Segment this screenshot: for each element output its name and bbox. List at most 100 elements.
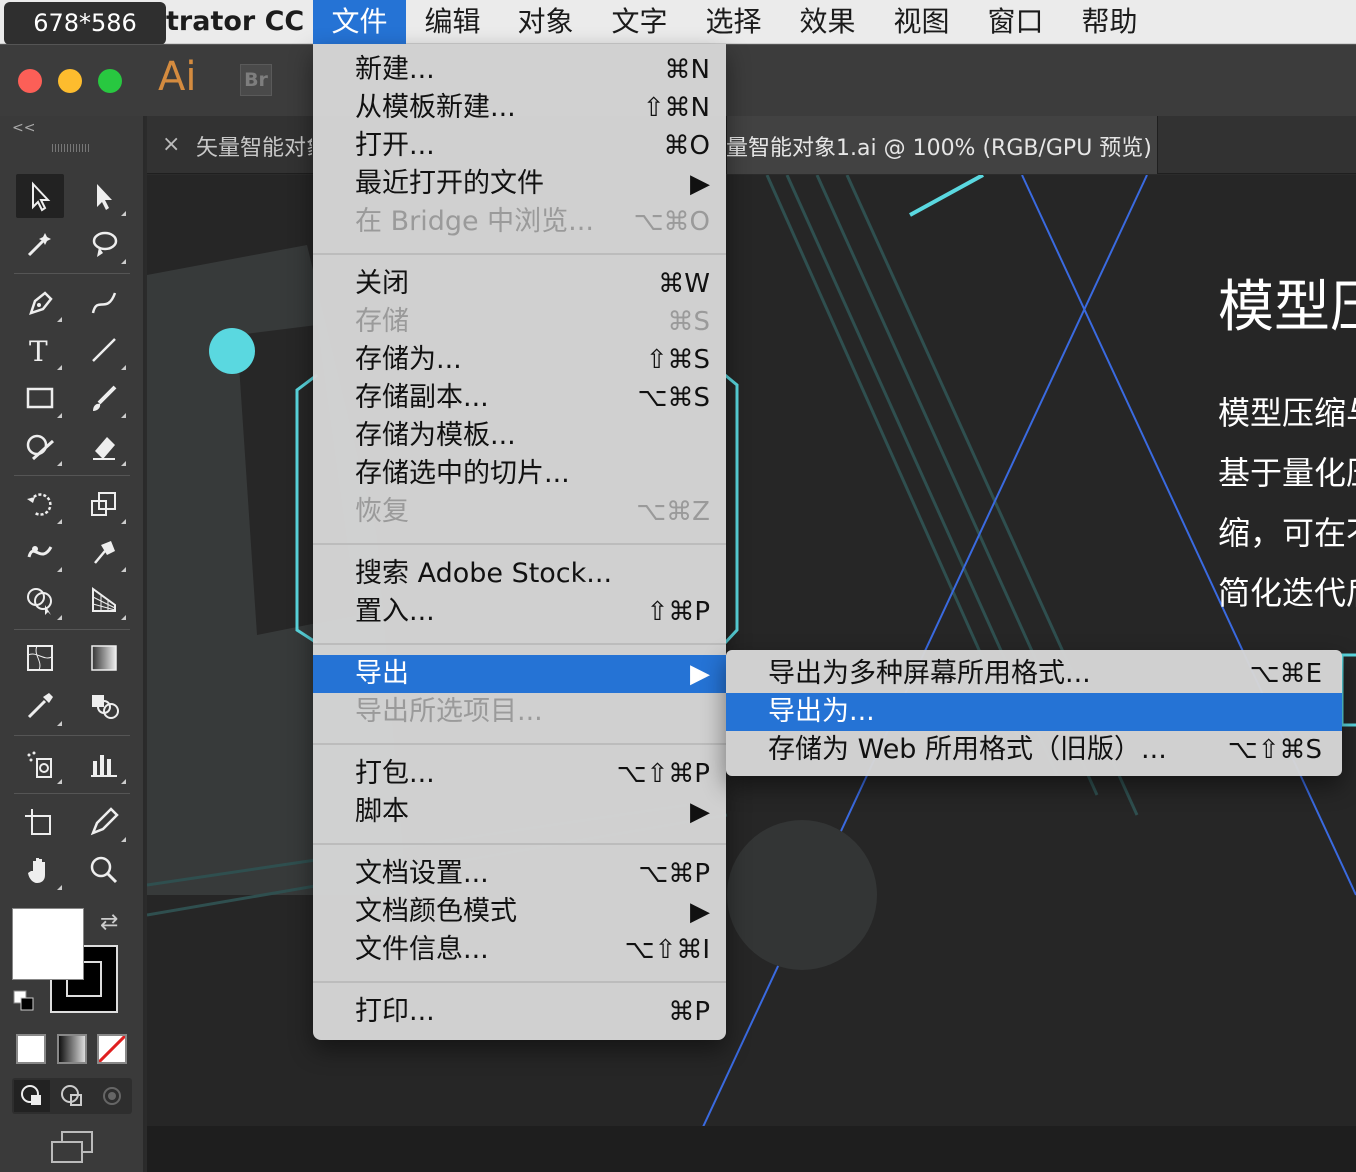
menu-window[interactable]: 窗口: [969, 0, 1062, 44]
eyedropper-icon[interactable]: [16, 684, 64, 728]
paintbrush-icon[interactable]: [80, 376, 128, 420]
menu-item-document-color-mode[interactable]: 文档颜色模式 ▶: [313, 893, 726, 931]
menu-select[interactable]: 选择: [687, 0, 780, 44]
menu-item-search-adobe-stock[interactable]: 搜索 Adobe Stock...: [313, 555, 726, 593]
menu-item-save-copy[interactable]: 存储副本... ⌥⌘S: [313, 379, 726, 417]
menu-separator: [313, 253, 726, 255]
menu-item-save: 存储 ⌘S: [355, 306, 710, 337]
pen-tool-icon[interactable]: [16, 280, 64, 324]
toolbar-separator: [14, 793, 130, 794]
submenu-arrow-icon: ▶: [690, 897, 710, 927]
menu-separator: [313, 643, 726, 645]
menu-item-save-as[interactable]: 存储为... ⇧⌘S: [313, 341, 726, 379]
default-colors-icon[interactable]: [13, 990, 35, 1012]
collapse-panel-button[interactable]: <<: [12, 120, 35, 136]
menu-item-open[interactable]: 打开... ⌘O: [313, 127, 726, 165]
submenu-item-save-for-web[interactable]: 存储为 Web 所用格式（旧版）... ⌥⇧⌘S: [726, 731, 1342, 769]
menu-item-export-selection: 导出所选项目...: [355, 696, 543, 727]
dimension-badge: 678*586: [4, 2, 166, 45]
puppet-warp-icon[interactable]: [80, 530, 128, 574]
menu-item-scripts[interactable]: 脚本 ▶: [313, 793, 726, 831]
shaper-tool-icon[interactable]: [16, 424, 64, 468]
menu-item-open-recent[interactable]: 最近打开的文件 ▶: [313, 165, 726, 203]
zoom-window-button[interactable]: [98, 69, 122, 93]
line-tool-icon[interactable]: [80, 328, 128, 372]
minimize-window-button[interactable]: [58, 69, 82, 93]
menu-item-file-info[interactable]: 文件信息... ⌥⇧⌘I: [313, 931, 726, 969]
close-tab-icon[interactable]: ×: [162, 132, 180, 157]
menu-help[interactable]: 帮助: [1063, 0, 1156, 44]
artboard-heading: 模型压: [1218, 275, 1356, 340]
draw-normal-icon[interactable]: [14, 1080, 50, 1112]
artboard-tool-icon[interactable]: [16, 800, 64, 844]
column-graph-icon[interactable]: [80, 742, 128, 786]
artboard-text-line: 模型压缩与: [1218, 394, 1356, 432]
eraser-icon[interactable]: [80, 424, 128, 468]
toolbar-separator: [14, 629, 130, 630]
slice-tool-icon[interactable]: [80, 800, 128, 844]
curvature-tool-icon[interactable]: [80, 280, 128, 324]
toolbar-separator: [14, 273, 130, 274]
menu-item-document-setup[interactable]: 文档设置... ⌥⌘P: [313, 855, 726, 893]
gradient-tool-icon[interactable]: [80, 636, 128, 680]
svg-text:T: T: [29, 335, 48, 367]
submenu-item-export-for-screens[interactable]: 导出为多种屏幕所用格式... ⌥⌘E: [726, 655, 1342, 693]
menu-separator: [313, 743, 726, 745]
bridge-button[interactable]: Br: [240, 64, 272, 96]
menu-view[interactable]: 视图: [875, 0, 968, 44]
menu-type[interactable]: 文字: [593, 0, 686, 44]
menu-item-save-as-template[interactable]: 存储为模板...: [313, 417, 726, 455]
selection-tool-icon[interactable]: [16, 174, 64, 218]
menu-edit[interactable]: 编辑: [406, 0, 499, 44]
menu-item-save-selected-slices[interactable]: 存储选中的切片...: [313, 455, 726, 493]
menu-item-place[interactable]: 置入... ⇧⌘P: [313, 593, 726, 631]
magic-wand-icon[interactable]: [16, 222, 64, 266]
app-menu[interactable]: trator CC: [166, 0, 304, 44]
warp-tool-icon[interactable]: [16, 530, 64, 574]
submenu-arrow-icon: ▶: [690, 169, 710, 199]
hand-tool-icon[interactable]: [16, 848, 64, 892]
zoom-tool-icon[interactable]: [80, 848, 128, 892]
menu-object[interactable]: 对象: [499, 0, 592, 44]
perspective-grid-icon[interactable]: [80, 578, 128, 622]
close-window-button[interactable]: [18, 69, 42, 93]
rotate-tool-icon[interactable]: [16, 482, 64, 526]
menu-item-print[interactable]: 打印... ⌘P: [313, 993, 726, 1031]
menu-item-new[interactable]: 新建... ⌘N: [313, 51, 726, 89]
active-tab-label: 量智能对象1.ai @ 100% (RGB/GPU 预览): [726, 136, 1152, 161]
menu-item-new-from-template[interactable]: 从模板新建... ⇧⌘N: [313, 89, 726, 127]
menu-item-export[interactable]: 导出 ▶: [313, 655, 726, 693]
toolbar-separator: [14, 735, 130, 736]
illustrator-logo: Ai: [158, 54, 197, 100]
rectangle-tool-icon[interactable]: [16, 376, 64, 420]
swap-fill-stroke-icon[interactable]: ⇄: [100, 910, 118, 935]
mesh-tool-icon[interactable]: [16, 636, 64, 680]
menu-effect[interactable]: 效果: [781, 0, 874, 44]
symbol-sprayer-icon[interactable]: [16, 742, 64, 786]
shape-builder-icon[interactable]: [16, 578, 64, 622]
fill-swatch[interactable]: [12, 908, 84, 980]
submenu-item-export-as[interactable]: 导出为...: [726, 693, 1342, 731]
lasso-icon[interactable]: [80, 222, 128, 266]
menu-separator: [313, 543, 726, 545]
artboard-text-line: 缩，可在不: [1218, 514, 1356, 552]
type-tool-icon[interactable]: T: [16, 328, 64, 372]
menu-item-close[interactable]: 关闭 ⌘W: [313, 265, 726, 303]
none-mode-icon[interactable]: [97, 1034, 127, 1064]
screen-mode-icon[interactable]: [48, 1130, 96, 1164]
menu-file[interactable]: 文件: [313, 0, 406, 44]
direct-selection-tool-icon[interactable]: [80, 174, 128, 218]
gradient-mode-icon[interactable]: [57, 1034, 87, 1064]
scale-tool-icon[interactable]: [80, 482, 128, 526]
draw-behind-icon[interactable]: [54, 1080, 90, 1112]
canvas-footer: [147, 1126, 1356, 1172]
panel-grip[interactable]: [52, 144, 90, 152]
menu-item-package[interactable]: 打包... ⌥⇧⌘P: [313, 755, 726, 793]
draw-inside-icon[interactable]: [94, 1080, 130, 1112]
artboard-text-line: 简化迭代后: [1218, 574, 1356, 612]
submenu-arrow-icon: ▶: [690, 659, 710, 689]
color-mode-icon[interactable]: [16, 1034, 46, 1064]
document-tab-1[interactable]: 矢量智能对象: [196, 130, 312, 162]
blend-tool-icon[interactable]: [80, 684, 128, 728]
toolbar-separator: [14, 475, 130, 476]
